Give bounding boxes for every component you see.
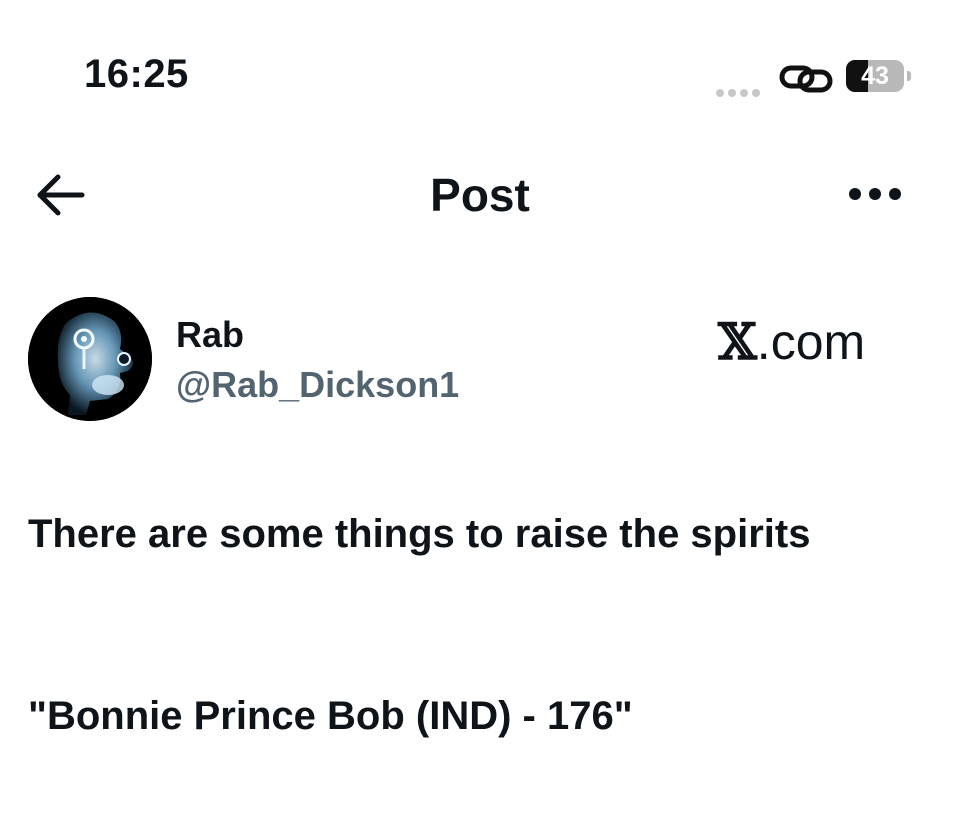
xray-head-avatar (28, 297, 152, 421)
status-time: 16:25 (84, 52, 189, 96)
battery-cap (907, 71, 911, 81)
battery-level: 43 (861, 62, 889, 90)
more-horizontal-icon (849, 188, 901, 200)
author-name[interactable]: Rab (176, 314, 244, 356)
author-handle[interactable]: @Rab_Dickson1 (176, 364, 459, 406)
x-logo-icon: 𝕏 (718, 312, 757, 371)
site-watermark: 𝕏.com (718, 312, 865, 371)
battery-icon: 43 (846, 60, 904, 92)
signal-dots-icon (716, 84, 768, 97)
page-title: Post (430, 169, 530, 221)
site-domain: .com (756, 314, 866, 370)
more-button[interactable] (842, 178, 908, 208)
avatar[interactable] (28, 297, 152, 421)
post-text-line2: "Bonnie Prince Bob (IND) - 176" (28, 694, 633, 738)
post-text-line1: There are some things to raise the spiri… (28, 512, 811, 556)
link-icon (778, 60, 836, 96)
